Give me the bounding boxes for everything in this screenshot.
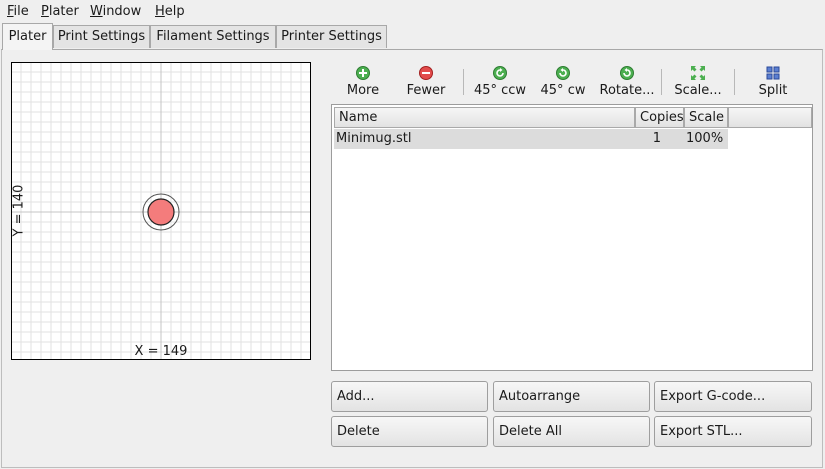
tab-filament-settings[interactable]: Filament Settings: [150, 25, 276, 48]
toolbar-separator: [661, 69, 662, 95]
remove-icon: [419, 66, 433, 80]
x-coordinate-label: X = 149: [134, 344, 188, 359]
more-button[interactable]: More: [343, 65, 383, 101]
delete-button[interactable]: Delete: [331, 416, 488, 447]
export-gcode-button[interactable]: Export G-code...: [654, 381, 812, 412]
menu-bar: File Plater Window Help: [0, 0, 825, 24]
rotate-icon: [620, 66, 634, 80]
object-name: Minimug.stl: [336, 131, 412, 146]
tab-plater[interactable]: Plater: [2, 23, 53, 50]
column-header-empty: [728, 107, 812, 128]
object-minimug[interactable]: [147, 198, 175, 226]
add-icon: [356, 66, 370, 80]
scale-button[interactable]: Scale...: [671, 65, 725, 101]
object-list[interactable]: Name Copies Scale Minimug.stl 1 100%: [331, 104, 813, 371]
object-copies: 1: [652, 131, 661, 146]
plater-toolbar: More Fewer 45° ccw 45° cw Rotate... Scal…: [331, 63, 813, 101]
column-header-scale[interactable]: Scale: [684, 107, 728, 128]
menu-plater[interactable]: Plater: [41, 3, 79, 21]
plater-canvas[interactable]: X = 149 Y = 140: [11, 62, 311, 360]
export-stl-button[interactable]: Export STL...: [654, 416, 812, 447]
toolbar-separator: [734, 69, 735, 95]
tab-printer-settings[interactable]: Printer Settings: [276, 25, 387, 48]
menu-window[interactable]: Window: [90, 3, 141, 21]
bed-grid: [12, 63, 310, 359]
delete-all-button[interactable]: Delete All: [493, 416, 650, 447]
menu-file[interactable]: File: [7, 3, 29, 21]
autoarrange-button[interactable]: Autoarrange: [493, 381, 650, 412]
menu-help[interactable]: Help: [155, 3, 185, 21]
fewer-button[interactable]: Fewer: [404, 65, 448, 101]
rotate-cw-icon: [556, 66, 570, 80]
split-icon: [766, 66, 780, 80]
object-scale: 100%: [686, 131, 724, 146]
y-coordinate-label: Y = 140: [11, 184, 27, 237]
rotate-button[interactable]: Rotate...: [597, 65, 657, 101]
column-header-copies[interactable]: Copies: [635, 107, 684, 128]
tab-print-settings[interactable]: Print Settings: [53, 25, 150, 48]
rotate-ccw-button[interactable]: 45° ccw: [472, 65, 528, 101]
rotate-ccw-icon: [493, 66, 507, 80]
add-button[interactable]: Add...: [331, 381, 488, 412]
column-header-name[interactable]: Name: [334, 107, 635, 128]
tab-bar: Plater Print Settings Filament Settings …: [0, 23, 825, 51]
scale-icon: [691, 66, 705, 80]
toolbar-separator: [463, 69, 464, 95]
rotate-cw-button[interactable]: 45° cw: [538, 65, 588, 101]
split-button[interactable]: Split: [753, 65, 793, 101]
list-item[interactable]: Minimug.stl 1 100%: [334, 129, 728, 149]
